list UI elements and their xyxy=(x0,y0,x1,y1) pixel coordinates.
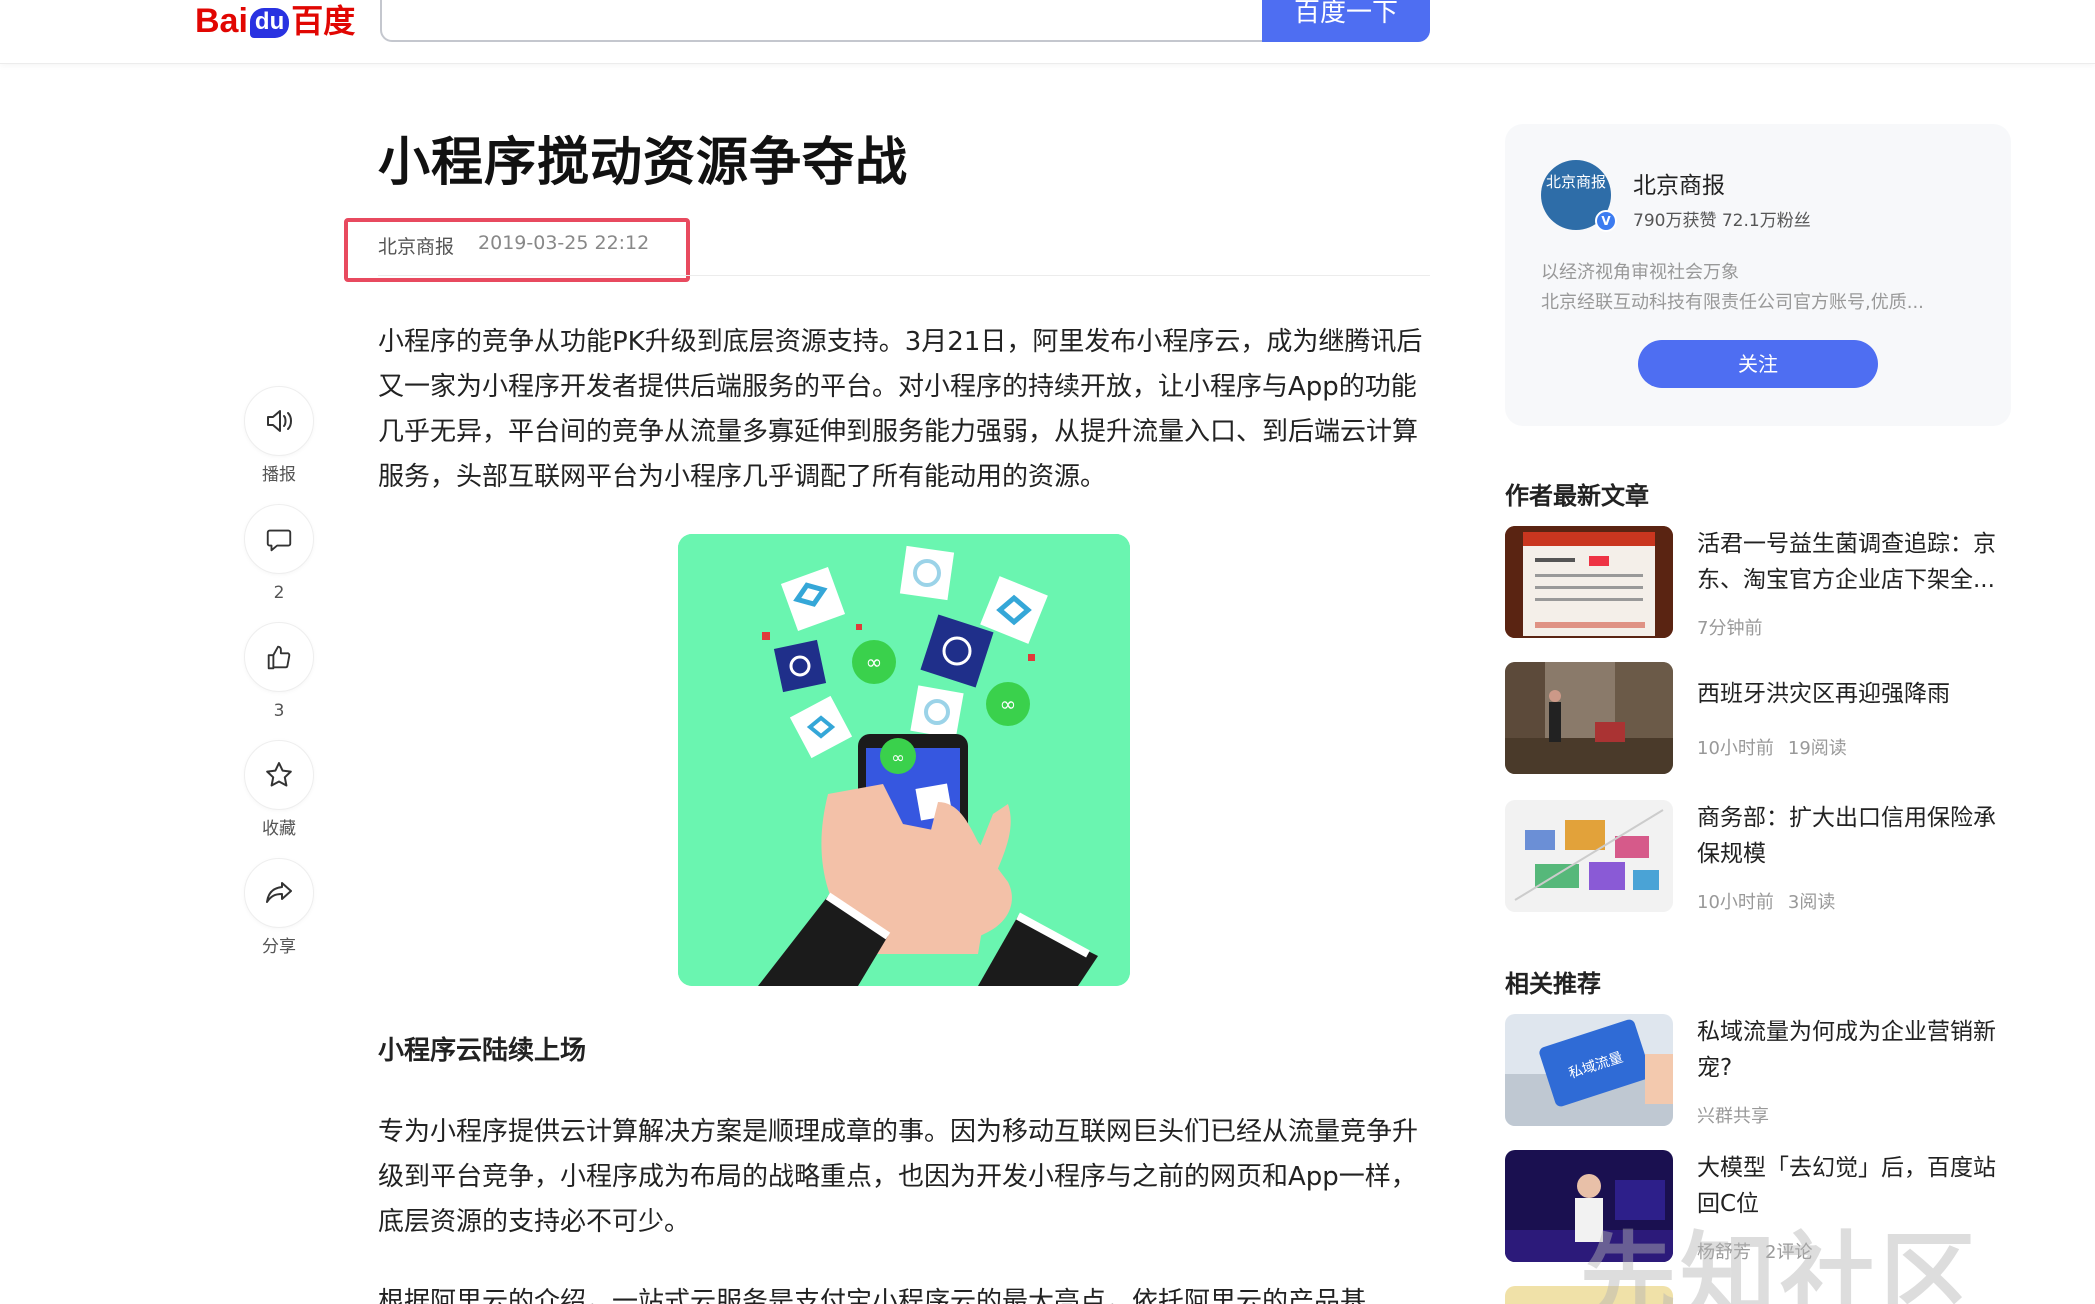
related-meta: 兴群共享 xyxy=(1697,1102,1769,1128)
meta-divider xyxy=(378,275,1430,276)
follow-button[interactable]: 关注 xyxy=(1638,340,1878,388)
article-title: 小程序搅动资源争夺战 xyxy=(378,133,909,193)
highlight-box xyxy=(344,218,690,282)
latest-article-time: 10小时前 xyxy=(1697,738,1774,759)
latest-article-item[interactable]: 活君一号益生菌调查追踪：京东、淘宝官方企业店下架全... 7分钟前 xyxy=(1505,526,2011,640)
verified-icon: V xyxy=(1595,210,1617,232)
comment-icon xyxy=(244,504,314,574)
related-source: 兴群共享 xyxy=(1697,1106,1769,1127)
latest-article-meta: 7分钟前 xyxy=(1697,614,1762,640)
latest-article-title: 商务部：扩大出口信用保险承保规模 xyxy=(1697,805,1996,867)
share-icon xyxy=(244,858,314,928)
svg-text:∞: ∞ xyxy=(866,650,883,674)
share-button[interactable]: 分享 xyxy=(242,858,316,958)
latest-article-time: 7分钟前 xyxy=(1697,618,1763,639)
author-stats: 790万获赞 72.1万粉丝 xyxy=(1633,211,1811,231)
favorite-label: 收藏 xyxy=(262,819,296,839)
article-paragraph-3: 根据阿里云的介绍，一站式云服务是支付宝小程序云的最大亮点，依托阿里云的产品基 xyxy=(378,1287,1367,1304)
author-name[interactable]: 北京商报 xyxy=(1633,166,1725,200)
thumbs-up-icon xyxy=(244,622,314,692)
latest-article-item[interactable]: 西班牙洪灾区再迎强降雨 10小时前 19阅读 xyxy=(1505,662,2011,774)
article-paragraph-1: 小程序的竞争从功能PK升级到底层资源支持。3月21日，阿里发布小程序云，成为继腾… xyxy=(378,327,1423,492)
logo-du: du xyxy=(249,8,290,38)
author-desc-1: 以经济视角审视社会万象 xyxy=(1541,262,1739,283)
latest-article-reads: 3阅读 xyxy=(1787,892,1836,913)
latest-article-title: 活君一号益生菌调查追踪：京东、淘宝官方企业店下架全... xyxy=(1697,531,1996,593)
latest-thumb xyxy=(1505,662,1673,774)
comment-count: 2 xyxy=(273,583,285,603)
svg-text:∞: ∞ xyxy=(1000,692,1017,716)
latest-article-meta: 10小时前 3阅读 xyxy=(1697,888,1835,914)
speaker-icon xyxy=(244,386,314,456)
latest-thumb xyxy=(1505,526,1673,638)
watermark: 先知社区 xyxy=(1580,1222,1980,1304)
logo-cn: 百度 xyxy=(291,3,356,39)
article-paragraph-2: 专为小程序提供云计算解决方案是顺理成章的事。因为移动互联网巨头们已经从流量竞争升… xyxy=(378,1117,1419,1237)
latest-article-title: 西班牙洪灾区再迎强降雨 xyxy=(1697,681,1950,707)
related-item[interactable]: 私域流量 私域流量为何成为企业营销新宠? 兴群共享 xyxy=(1505,1014,2011,1128)
like-count: 3 xyxy=(273,701,285,721)
search-button[interactable]: 百度一下 xyxy=(1262,0,1430,42)
article-actions: 播报 2 3 收藏 分享 xyxy=(242,386,316,976)
top-bar: Bai du 百度 百度一下 xyxy=(0,0,2095,64)
latest-article-item[interactable]: 商务部：扩大出口信用保险承保规模 10小时前 3阅读 xyxy=(1505,800,2011,914)
svg-text:∞: ∞ xyxy=(891,748,904,767)
baidu-logo[interactable]: Bai du 百度 xyxy=(195,0,355,38)
latest-article-time: 10小时前 xyxy=(1697,892,1774,913)
listen-label: 播报 xyxy=(262,465,296,485)
latest-article-reads: 19阅读 xyxy=(1787,738,1847,759)
author-card: 北京商报 V 北京商报 790万获赞 72.1万粉丝 以经济视角审视社会万象 北… xyxy=(1505,124,2011,426)
latest-articles-heading: 作者最新文章 xyxy=(1505,482,1649,510)
latest-thumb xyxy=(1505,800,1673,912)
related-title: 私域流量为何成为企业营销新宠? xyxy=(1697,1019,1996,1081)
listen-button[interactable]: 播报 xyxy=(242,386,316,486)
latest-article-meta: 10小时前 19阅读 xyxy=(1697,734,1847,760)
favorite-button[interactable]: 收藏 xyxy=(242,740,316,840)
author-desc-2: 北京经联互动科技有限责任公司官方账号,优质... xyxy=(1541,292,1924,313)
star-icon xyxy=(244,740,314,810)
share-label: 分享 xyxy=(262,937,296,957)
like-button[interactable]: 3 xyxy=(242,622,316,722)
article-illustration: ∞ ∞ ∞ xyxy=(678,534,1130,986)
related-heading: 相关推荐 xyxy=(1505,970,1601,998)
section-heading: 小程序云陆续上场 xyxy=(378,1036,587,1066)
logo-bai: Bai xyxy=(195,2,248,40)
related-thumb: 私域流量 xyxy=(1505,1014,1673,1126)
comment-button[interactable]: 2 xyxy=(242,504,316,604)
